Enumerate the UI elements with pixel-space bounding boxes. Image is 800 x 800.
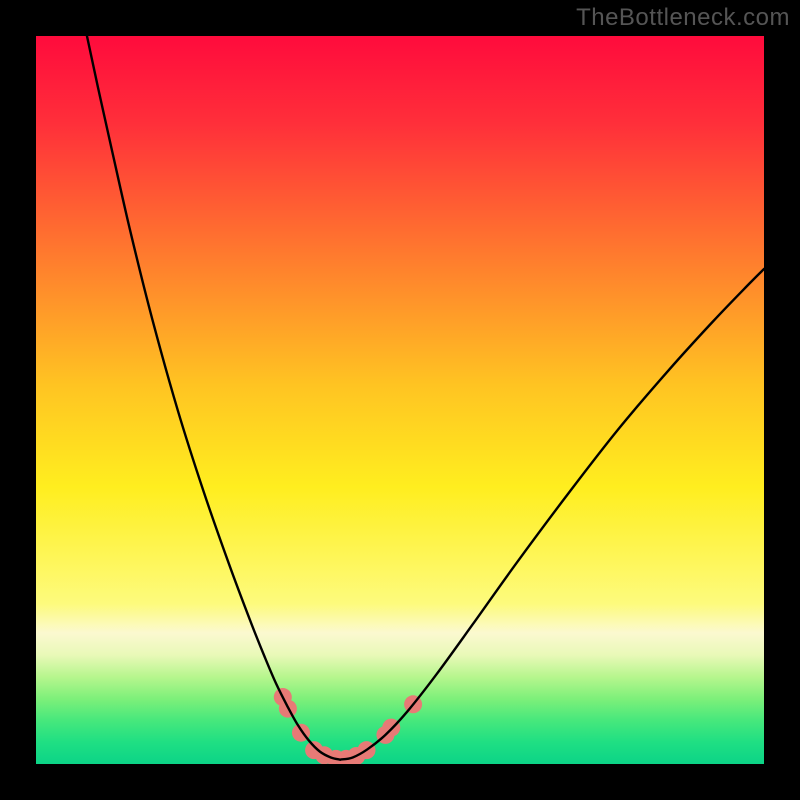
chart-stage: TheBottleneck.com — [0, 0, 800, 800]
watermark-text: TheBottleneck.com — [576, 4, 790, 32]
series-left-curve — [87, 36, 340, 760]
marker-group — [274, 688, 422, 764]
curve-layer — [36, 36, 764, 764]
series-right-curve — [340, 269, 764, 760]
plot-area — [36, 36, 764, 764]
